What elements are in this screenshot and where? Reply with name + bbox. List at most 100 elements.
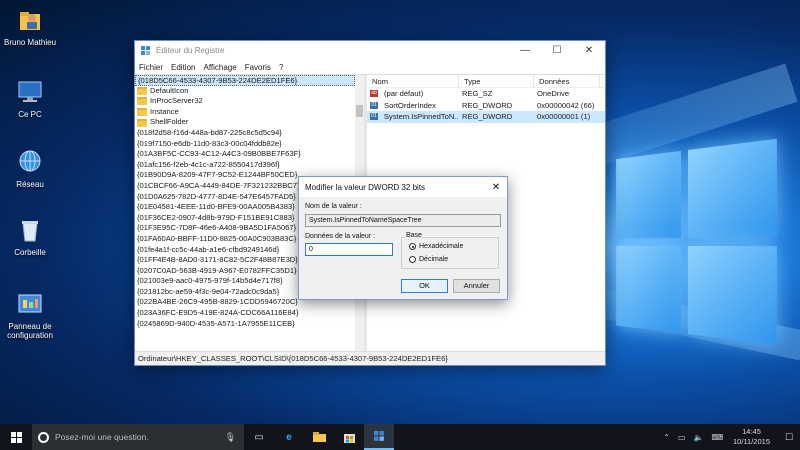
microphone-icon[interactable]: 🎙 <box>225 432 236 443</box>
network-icon[interactable]: ▭ <box>678 433 686 442</box>
value-name: System.IsPinnedToN... <box>383 112 459 121</box>
column-header-name[interactable]: Nom <box>367 75 459 87</box>
user-folder-icon <box>16 6 44 34</box>
menu-bar: Fichier Edition Affichage Favoris ? <box>135 60 605 74</box>
value-type: REG_DWORD <box>462 112 513 121</box>
values-header: Nom Type Données <box>367 75 605 88</box>
status-bar-path: Ordinateur\HKEY_CLASSES_ROOT\CLSID\{018D… <box>135 351 605 365</box>
binary-value-icon: 01 <box>370 113 378 121</box>
radio-hexadecimal[interactable]: Hexadécimale <box>409 243 463 250</box>
radio-label: Hexadécimale <box>419 243 464 250</box>
tree-item-inprocserver32[interactable]: InProcServer32 <box>135 96 355 107</box>
menu-favoris[interactable]: Favoris <box>245 63 271 72</box>
clock-date: 10/11/2015 <box>733 437 770 446</box>
ok-button[interactable]: OK <box>401 279 448 293</box>
menu-affichage[interactable]: Affichage <box>203 63 236 72</box>
desktop-icon-control-panel[interactable]: Panneau de configuration <box>0 290 65 340</box>
regedit-taskbar-icon[interactable] <box>364 424 394 450</box>
radio-unchecked-icon <box>409 256 416 263</box>
desktop-icon-label: Ce PC <box>18 110 42 119</box>
dialog-titlebar[interactable]: Modifier la valeur DWORD 32 bits ✕ <box>299 177 507 197</box>
maximize-icon[interactable]: ☐ <box>541 45 573 56</box>
value-row-ispinned[interactable]: 01 System.IsPinnedToN... REG_DWORD 0x0000… <box>367 111 605 123</box>
value-name-field[interactable]: System.IsPinnedToNameSpaceTree <box>305 214 501 227</box>
tree-item-label: Instance <box>150 106 179 116</box>
edit-dword-dialog: Modifier la valeur DWORD 32 bits ✕ Nom d… <box>298 176 508 300</box>
tree-item-clsid[interactable]: {01A3BF5C-CC93-4C12-A4C3-09B0BBE7F63F} <box>135 149 355 160</box>
window-title: Éditeur du Registre <box>156 46 225 55</box>
file-explorer-icon[interactable] <box>304 424 334 450</box>
desktop-icon-label: Bruno Mathieu <box>3 38 57 47</box>
network-globe-icon <box>16 148 44 176</box>
tree-item-shellfolder[interactable]: ShellFolder <box>135 117 355 128</box>
regedit-app-icon <box>141 45 151 56</box>
keyboard-icon[interactable]: ⌨ <box>711 433 723 442</box>
radio-checked-icon <box>409 243 416 250</box>
desktop-icon-label: Réseau <box>16 180 44 189</box>
column-header-type[interactable]: Type <box>459 75 534 87</box>
value-data: 0x00000042 (66) <box>537 100 595 110</box>
close-icon[interactable]: ✕ <box>573 45 605 56</box>
folder-icon <box>137 108 147 117</box>
tree-item-defaulticon[interactable]: DefaultIcon <box>135 86 355 97</box>
dialog-title: Modifier la valeur DWORD 32 bits <box>305 182 426 192</box>
folder-icon <box>137 118 147 127</box>
minimize-icon[interactable]: — <box>509 45 541 56</box>
menu-edition[interactable]: Edition <box>171 63 195 72</box>
edge-browser-icon[interactable]: e <box>274 424 304 450</box>
value-data-label: Données de la valeur : <box>305 233 376 240</box>
tree-item-clsid[interactable]: {018f2d58-f16d-448a-bd87-225c8c5d5c94} <box>135 128 355 139</box>
wallpaper-windows-logo <box>616 138 777 351</box>
recycle-bin-icon <box>16 216 44 244</box>
value-data-input[interactable]: 0 <box>305 243 393 256</box>
task-view-icon[interactable]: ▭ <box>244 424 274 450</box>
scrollbar-thumb[interactable] <box>356 105 363 117</box>
volume-icon[interactable]: 🔈 <box>694 433 704 442</box>
tree-item-clsid[interactable]: {01afc156-f2eb-4c1c-a722-8550417d396f} <box>135 160 355 171</box>
binary-value-icon: 01 <box>370 101 378 109</box>
start-button[interactable] <box>0 424 32 450</box>
column-header-data[interactable]: Données <box>534 75 600 87</box>
desktop: Bruno Mathieu Ce PC Réseau Corbeille Pan… <box>0 0 800 450</box>
tree-item-clsid[interactable]: {023A36FC-E9D5-419E-824A-CDC66A116E84} <box>135 308 355 319</box>
value-name-label: Nom de la valeur : <box>305 203 362 210</box>
tree-item-selected-key[interactable]: {018D5C66-4533-4307-9B53-224DE2ED1FE6} <box>135 75 355 86</box>
desktop-icon-network[interactable]: Réseau <box>0 148 65 189</box>
value-type: REG_DWORD <box>462 100 513 110</box>
tree-item-instance[interactable]: Instance <box>135 107 355 118</box>
control-panel-icon <box>16 290 44 318</box>
clock-time: 14:45 <box>742 427 761 436</box>
cortana-search-box[interactable]: Posez-moi une question. 🎙 <box>32 424 244 450</box>
action-center-icon[interactable]: ☐ <box>778 432 800 443</box>
desktop-icon-recycle-bin[interactable]: Corbeille <box>0 216 65 257</box>
computer-icon <box>16 78 44 106</box>
menu-fichier[interactable]: Fichier <box>139 63 163 72</box>
menu-help[interactable]: ? <box>279 63 283 72</box>
store-icon[interactable] <box>334 424 364 450</box>
folder-icon <box>137 97 147 106</box>
radio-decimal[interactable]: Décimale <box>409 256 448 263</box>
tree-item-label: InProcServer32 <box>150 96 203 106</box>
desktop-icon-this-pc[interactable]: Ce PC <box>0 78 65 119</box>
cortana-icon <box>38 431 49 443</box>
clock[interactable]: 14:45 10/11/2015 <box>733 427 770 447</box>
dialog-close-icon[interactable]: ✕ <box>485 182 507 193</box>
desktop-icon-user-folder[interactable]: Bruno Mathieu <box>0 6 65 47</box>
taskbar: Posez-moi une question. 🎙 ▭ e ⌃ ▭ 🔈 ⌨ 14… <box>0 424 800 450</box>
window-titlebar[interactable]: Éditeur du Registre — ☐ ✕ <box>135 41 605 60</box>
tree-item-clsid[interactable]: {019f7150-e6db-11d0-83c3-00c04fddb82e} <box>135 139 355 150</box>
desktop-icon-label: Corbeille <box>14 248 46 257</box>
base-label: Base <box>405 232 423 239</box>
tree-item-label: ShellFolder <box>150 117 189 127</box>
value-name: (par défaut) <box>384 89 424 98</box>
value-data: 0x00000001 (1) <box>537 112 591 121</box>
cancel-button[interactable]: Annuler <box>453 279 500 293</box>
chevron-up-icon[interactable]: ⌃ <box>663 433 670 442</box>
tree-item-clsid[interactable]: {0245869D-940D-4535-A571-1A7955E11CEB} <box>135 319 355 330</box>
desktop-icon-label: Panneau de configuration <box>7 322 53 340</box>
search-placeholder: Posez-moi une question. <box>55 432 149 442</box>
value-row-sortorderindex[interactable]: 01 SortOrderIndex REG_DWORD 0x00000042 (6… <box>367 100 605 112</box>
value-row-default[interactable]: ab (par défaut) REG_SZ OneDrive <box>367 88 605 100</box>
system-tray: ⌃ ▭ 🔈 ⌨ 14:45 10/11/2015 ☐ <box>655 427 800 447</box>
folder-icon <box>137 86 147 95</box>
